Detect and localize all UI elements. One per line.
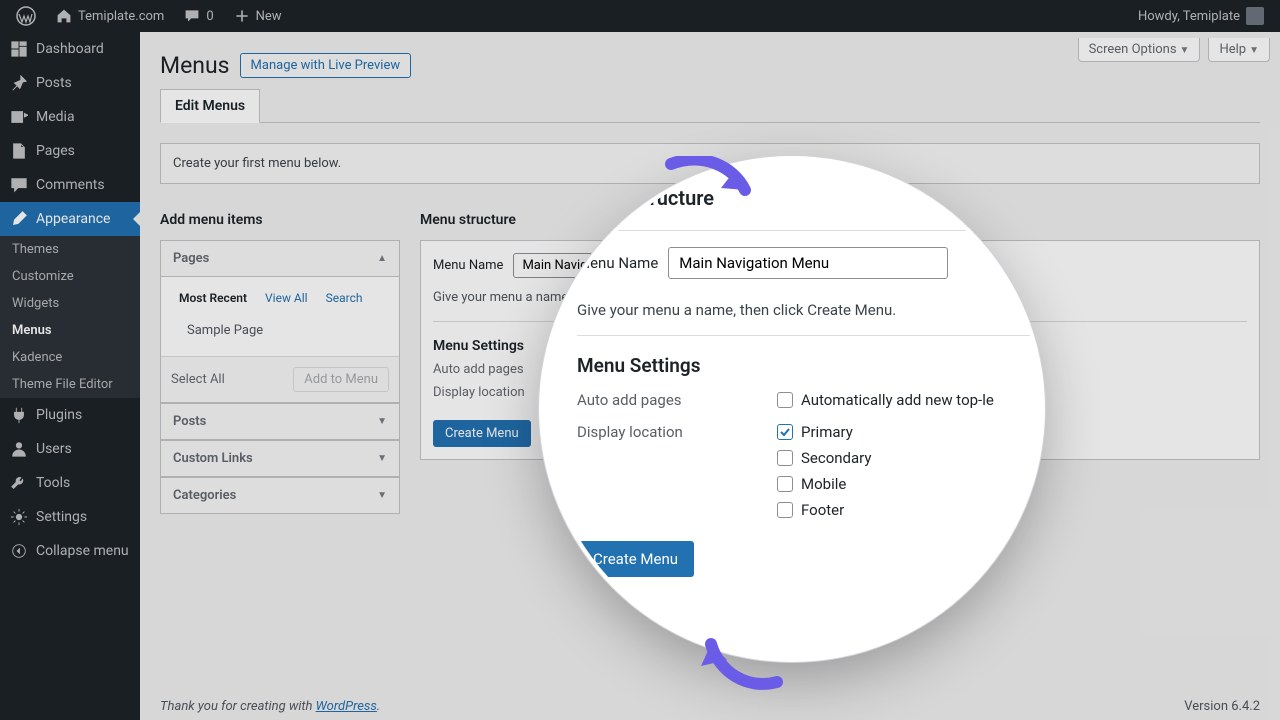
sidebar-sub-kadence[interactable]: Kadence	[0, 344, 140, 371]
checkbox-icon	[777, 424, 793, 440]
lens-auto-option[interactable]: Automatically add new top-le	[777, 391, 994, 409]
sidebar-sub-menus[interactable]: Menus	[0, 317, 140, 344]
sidebar-item-media[interactable]: Media	[0, 100, 140, 134]
metabox-tab[interactable]: View All	[257, 287, 316, 309]
tool-icon	[10, 474, 28, 492]
sidebar-item-tools[interactable]: Tools	[0, 466, 140, 500]
tab-bar: Edit Menus	[160, 89, 1260, 123]
tab-edit-menus[interactable]: Edit Menus	[160, 89, 260, 123]
checkbox-icon	[777, 502, 793, 518]
sidebar-item-comments[interactable]: Comments	[0, 168, 140, 202]
auto-add-label: Auto add pages	[433, 362, 543, 377]
brush-icon	[10, 210, 28, 228]
sidebar-sub-themes[interactable]: Themes	[0, 236, 140, 263]
sidebar-item-plugins[interactable]: Plugins	[0, 398, 140, 432]
arrow-top-icon	[663, 156, 763, 216]
metabox-custom-links: Custom Links▼	[160, 440, 400, 477]
create-menu-button[interactable]: Create Menu	[433, 420, 531, 447]
version-text: Version 6.4.2	[1184, 699, 1260, 714]
wp-logo[interactable]	[8, 0, 44, 32]
sidebar-item-appearance[interactable]: Appearance	[0, 202, 140, 236]
screen-options-button[interactable]: Screen Options▼	[1078, 38, 1201, 62]
lens-display-label: Display location	[577, 423, 777, 441]
metabox-toggle[interactable]: Posts▼	[161, 404, 399, 439]
wordpress-icon	[16, 6, 36, 26]
chevron-icon: ▼	[377, 490, 387, 501]
lens-menu-name-input[interactable]	[668, 247, 948, 279]
lens-location-mobile[interactable]: Mobile	[777, 475, 871, 493]
metabox-toggle[interactable]: Categories▼	[161, 478, 399, 513]
chevron-icon: ▼	[377, 416, 387, 427]
help-button[interactable]: Help▼	[1208, 38, 1270, 62]
admin-bar: Temiplate.com 0 New Howdy, Temiplate	[0, 0, 1280, 32]
chevron-icon: ▼	[377, 453, 387, 464]
sidebar-sub-theme-file-editor[interactable]: Theme File Editor	[0, 371, 140, 398]
wordpress-link[interactable]: WordPress	[316, 699, 377, 714]
new-content[interactable]: New	[226, 0, 290, 32]
home-icon	[56, 8, 72, 24]
sidebar-item-pages[interactable]: Pages	[0, 134, 140, 168]
lens-location-secondary[interactable]: Secondary	[777, 449, 871, 467]
pin-icon	[10, 74, 28, 92]
chevron-icon: ▲	[377, 253, 387, 264]
plug-icon	[10, 406, 28, 424]
lens-auto-label: Auto add pages	[577, 391, 777, 409]
page-item[interactable]: Sample Page	[171, 315, 389, 346]
menu-name-label: Menu Name	[433, 258, 503, 273]
metabox-posts: Posts▼	[160, 403, 400, 440]
plus-icon	[234, 8, 250, 24]
checkbox-icon	[777, 450, 793, 466]
sidebar-item-settings[interactable]: Settings	[0, 500, 140, 534]
lens-settings-header: Menu Settings	[577, 354, 1041, 377]
sidebar-item-dashboard[interactable]: Dashboard	[0, 32, 140, 66]
metabox-tab[interactable]: Most Recent	[171, 287, 255, 309]
user-icon	[10, 440, 28, 458]
sidebar-sub-customize[interactable]: Customize	[0, 263, 140, 290]
metabox-tab[interactable]: Search	[318, 287, 371, 309]
select-all-link[interactable]: Select All	[171, 372, 225, 387]
sidebar-item-collapse-menu[interactable]: Collapse menu	[0, 534, 140, 568]
comments-count[interactable]: 0	[176, 0, 221, 32]
page-icon	[10, 142, 28, 160]
lens-location-primary[interactable]: Primary	[777, 423, 871, 441]
avatar	[1246, 7, 1264, 25]
dash-icon	[10, 40, 28, 58]
checkbox-icon	[777, 476, 793, 492]
admin-footer: Thank you for creating with WordPress. V…	[160, 699, 1260, 714]
sidebar-item-posts[interactable]: Posts	[0, 66, 140, 100]
collapse-icon	[10, 542, 28, 560]
admin-sidebar: DashboardPostsMediaPagesCommentsAppearan…	[0, 32, 140, 720]
arrow-bottom-icon	[697, 620, 787, 690]
metabox-categories: Categories▼	[160, 477, 400, 514]
live-preview-link[interactable]: Manage with Live Preview	[240, 53, 412, 78]
user-greeting[interactable]: Howdy, Temiplate	[1130, 0, 1272, 32]
metabox-toggle[interactable]: Custom Links▼	[161, 441, 399, 476]
add-items-header: Add menu items	[160, 212, 400, 228]
add-to-menu-button[interactable]: Add to Menu	[293, 367, 389, 392]
magnifier-overlay: Menu structure Menu Name Give your menu …	[543, 160, 1041, 658]
display-location-label: Display location	[433, 385, 543, 400]
media-icon	[10, 108, 28, 126]
comment-icon	[10, 176, 28, 194]
metabox-toggle[interactable]: Pages▲	[161, 241, 399, 276]
comment-icon	[184, 8, 200, 24]
site-home[interactable]: Temiplate.com	[48, 0, 172, 32]
gear-icon	[10, 508, 28, 526]
lens-hint: Give your menu a name, then click Create…	[577, 301, 1041, 319]
metabox-pages: Pages▲ Most RecentView AllSearch Sample Pa…	[160, 240, 400, 403]
sidebar-sub-widgets[interactable]: Widgets	[0, 290, 140, 317]
lens-location-footer[interactable]: Footer	[777, 501, 871, 519]
sidebar-item-users[interactable]: Users	[0, 432, 140, 466]
checkbox-icon	[777, 392, 793, 408]
